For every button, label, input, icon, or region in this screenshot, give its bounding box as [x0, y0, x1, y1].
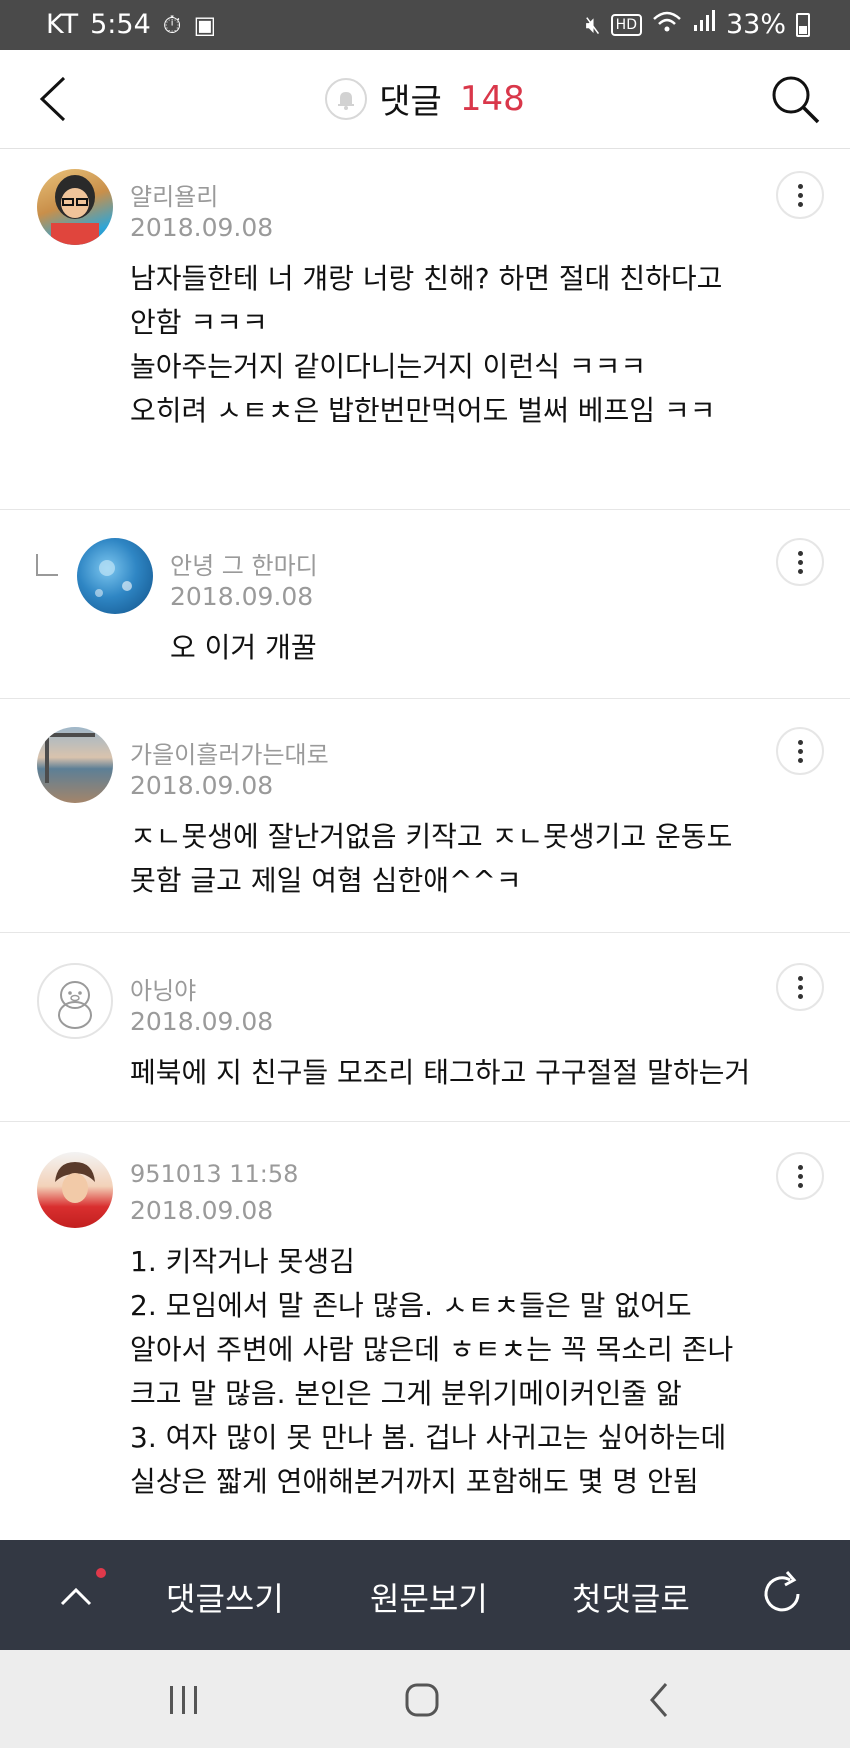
- more-dot-icon: [797, 739, 803, 745]
- comment-date: 2018.09.08: [170, 582, 314, 611]
- comment-line: 알아서 주변에 사람 많은데 ㅎㅌㅊ는 꼭 목소리 존나: [130, 1333, 734, 1366]
- more-dot-icon: [797, 975, 803, 981]
- comment-line: 2. 모임에서 말 존나 많음. ㅅㅌㅊ들은 말 없어도: [130, 1289, 692, 1322]
- carrier-label: KT: [46, 9, 79, 40]
- app-header: 댓글 148: [0, 50, 850, 149]
- bell-icon[interactable]: [325, 77, 368, 120]
- refresh-button[interactable]: [754, 1566, 810, 1622]
- clock: 5:54: [90, 9, 151, 40]
- title-label: 댓글: [379, 82, 442, 122]
- avatar[interactable]: [37, 1152, 113, 1228]
- default-profile-icon: [58, 981, 92, 1029]
- chevron-up-icon: [60, 1587, 92, 1606]
- recent-apps-icon: [170, 1686, 197, 1714]
- write-comment-button[interactable]: 댓글쓰기: [166, 1574, 284, 1620]
- page-title: 댓글 148: [0, 74, 850, 123]
- comment-line: 놀아주는거지 같이다니는거지 이런식 ㅋㅋㅋ: [130, 350, 647, 383]
- system-nav-bar: [0, 1650, 850, 1748]
- comment-author[interactable]: 안녕 그 한마디: [170, 546, 318, 581]
- scroll-top-button[interactable]: [48, 1568, 104, 1624]
- comment-date: 2018.09.08: [130, 213, 274, 242]
- bottom-action-bar: 댓글쓰기 원문보기 첫댓글로: [0, 1540, 850, 1650]
- more-dot-icon: [797, 984, 803, 990]
- comment-author[interactable]: 가을이흘러가는대로: [130, 735, 329, 770]
- view-original-button[interactable]: 원문보기: [370, 1574, 488, 1620]
- reply-item: 안녕 그 한마디 2018.09.08 오 이거 개꿀: [0, 510, 850, 699]
- more-dot-icon: [797, 559, 803, 565]
- comment-item: 가을이흘러가는대로 2018.09.08 ㅈㄴ못생에 잘난거없음 키작고 ㅈㄴ못…: [0, 699, 850, 933]
- comment-date: 2018.09.08: [130, 771, 274, 800]
- comment-date: 2018.09.08: [130, 1007, 274, 1036]
- comment-line: 페북에 지 친구들 모조리 태그하고 구구절절 말하는거: [130, 1056, 751, 1089]
- comment-line: 1. 키작거나 못생김: [130, 1245, 355, 1278]
- comment-body: 남자들한테 너 걔랑 너랑 친해? 하면 절대 친하다고 안함 ㅋㅋㅋ 놀아주는…: [130, 257, 722, 433]
- avatar[interactable]: [37, 727, 113, 803]
- search-icon: [772, 76, 820, 124]
- comment-line: 실상은 짧게 연애해본거까지 포함해도 몇 명 안됨: [130, 1465, 699, 1498]
- more-options-button[interactable]: [776, 727, 824, 775]
- comment-line: 3. 여자 많이 못 만나 봄. 겁나 사귀고는 싶어하는데: [130, 1421, 727, 1454]
- more-options-button[interactable]: [776, 963, 824, 1011]
- hd-badge: HD: [610, 13, 642, 36]
- comment-item: 아닝야 2018.09.08 페북에 지 친구들 모조리 태그하고 구구절절 말…: [0, 933, 850, 1122]
- more-dot-icon: [797, 192, 803, 198]
- comment-body: 오 이거 개꿀: [170, 626, 317, 670]
- comment-item: 얄리욜리 2018.09.08 남자들한테 너 걔랑 너랑 친해? 하면 절대 …: [0, 149, 850, 510]
- home-button[interactable]: [392, 1670, 452, 1730]
- comment-line: 못함 글고 제일 여혐 심한애^^ㅋ: [130, 864, 522, 897]
- battery-level: 33%: [725, 9, 786, 40]
- status-bar: KT 5:54 ⏱ ▣ 🔇︎ HD 33%: [0, 0, 850, 50]
- more-dot-icon: [797, 1164, 803, 1170]
- avatar[interactable]: [77, 538, 153, 614]
- search-button[interactable]: [768, 72, 824, 128]
- comment-body: ㅈㄴ못생에 잘난거없음 키작고 ㅈㄴ못생기고 운동도 못함 글고 제일 여혐 심…: [130, 815, 732, 903]
- comment-line: 안함 ㅋㅋㅋ: [130, 306, 268, 339]
- comment-author[interactable]: 951013 11:58: [130, 1160, 298, 1188]
- comment-body: 페북에 지 친구들 모조리 태그하고 구구절절 말하는거: [130, 1051, 750, 1095]
- comment-item: 951013 11:58 2018.09.08 1. 키작거나 못생김 2. 모…: [0, 1122, 850, 1540]
- comment-date: 2018.09.08: [130, 1196, 274, 1225]
- battery-icon: [796, 12, 810, 37]
- more-options-button[interactable]: [776, 171, 824, 219]
- comment-author[interactable]: 아닝야: [130, 971, 196, 1006]
- more-dot-icon: [797, 757, 803, 763]
- refresh-icon: [764, 1571, 800, 1612]
- comment-author[interactable]: 얄리욜리: [130, 177, 218, 212]
- more-dot-icon: [797, 748, 803, 754]
- status-left: KT 5:54 ⏱ ▣: [46, 9, 216, 40]
- comment-count: 148: [459, 78, 525, 119]
- avatar[interactable]: [37, 169, 113, 245]
- stopwatch-icon: ⏱: [162, 10, 182, 39]
- status-right: 🔇︎ HD 33%: [586, 9, 810, 40]
- more-dot-icon: [797, 201, 803, 207]
- more-dot-icon: [797, 993, 803, 999]
- more-dot-icon: [797, 1173, 803, 1179]
- more-options-button[interactable]: [776, 1152, 824, 1200]
- more-dot-icon: [797, 183, 803, 189]
- avatar[interactable]: [37, 963, 113, 1039]
- camera-icon: ▣: [193, 10, 217, 39]
- system-back-button[interactable]: [630, 1670, 690, 1730]
- comment-line: 크고 말 많음. 본인은 그게 분위기메이커인줄 앎: [130, 1377, 682, 1410]
- more-dot-icon: [797, 1182, 803, 1188]
- comment-line: 오 이거 개꿀: [170, 631, 317, 664]
- reply-indicator-icon: [36, 554, 58, 576]
- more-dot-icon: [797, 550, 803, 556]
- home-icon: [405, 1683, 439, 1717]
- more-options-button[interactable]: [776, 538, 824, 586]
- recent-apps-button[interactable]: [154, 1670, 214, 1730]
- back-arrow-icon: [650, 1683, 668, 1717]
- comment-body: 1. 키작거나 못생김 2. 모임에서 말 존나 많음. ㅅㅌㅊ들은 말 없어도…: [130, 1240, 733, 1504]
- first-comment-button[interactable]: 첫댓글로: [572, 1574, 690, 1620]
- comment-line: 오히려 ㅅㅌㅊ은 밥한번만먹어도 벌써 베프임 ㅋㅋ: [130, 394, 716, 427]
- notification-dot: [96, 1568, 106, 1578]
- comment-line: 남자들한테 너 걔랑 너랑 친해? 하면 절대 친하다고: [130, 262, 723, 295]
- more-dot-icon: [797, 568, 803, 574]
- mute-icon: 🔇︎: [585, 10, 601, 39]
- comment-line: ㅈㄴ못생에 잘난거없음 키작고 ㅈㄴ못생기고 운동도: [130, 820, 733, 853]
- signal-icon: [692, 9, 716, 40]
- wifi-icon: [652, 10, 682, 40]
